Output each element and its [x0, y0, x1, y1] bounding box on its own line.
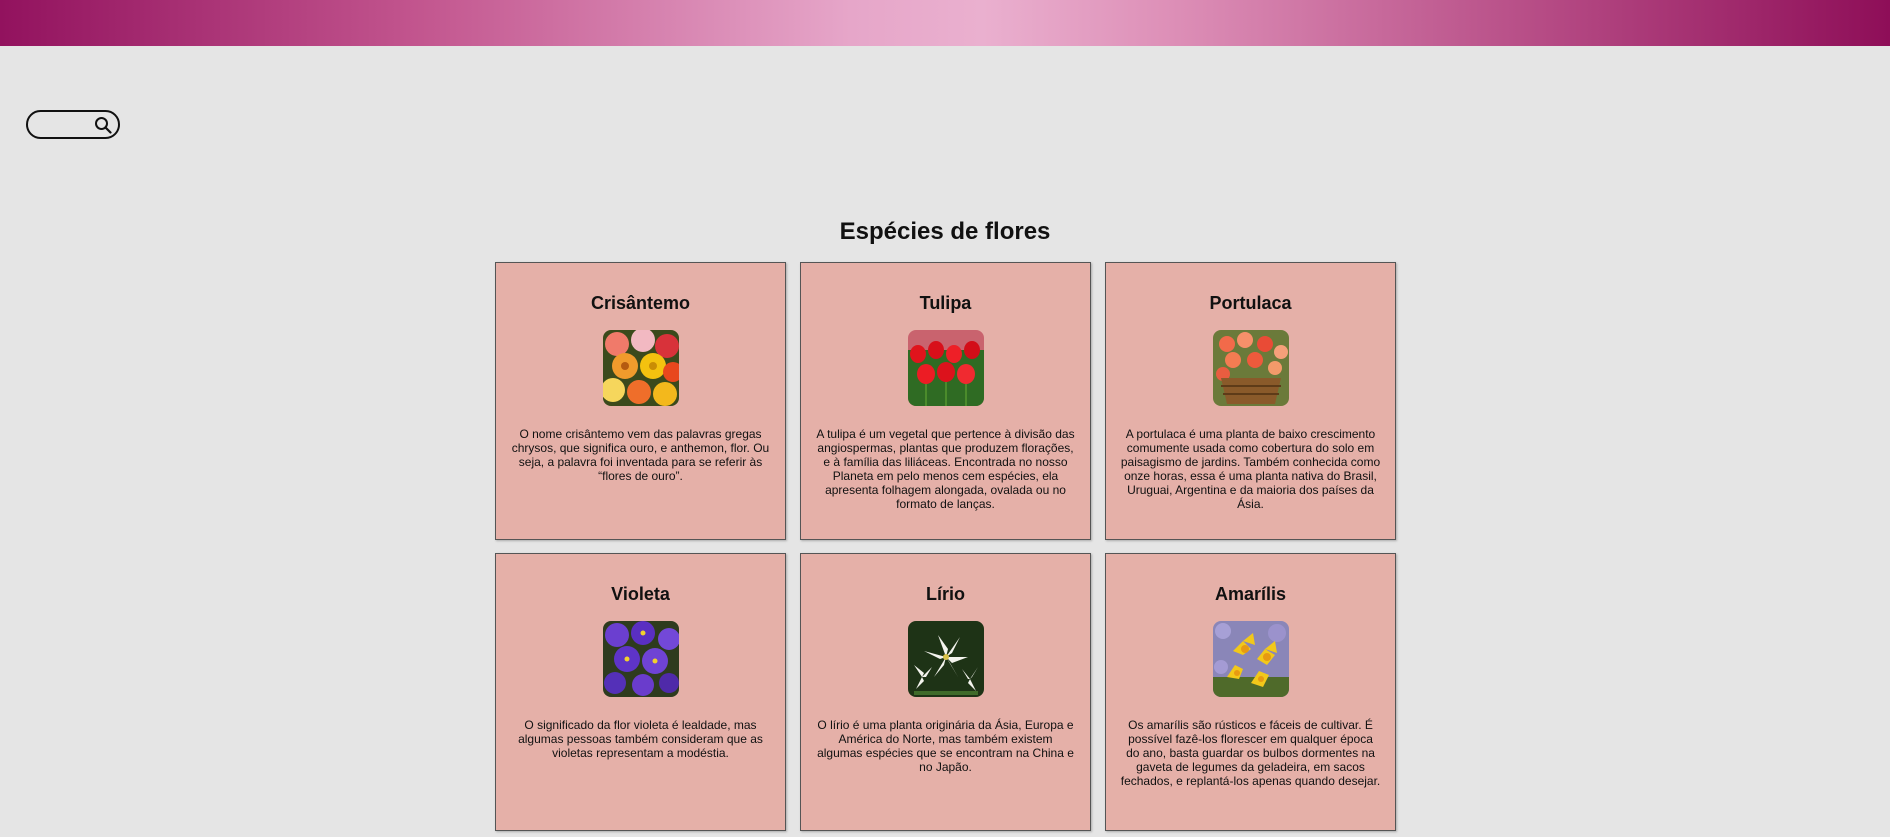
amaryllis-image-icon: [1213, 621, 1289, 697]
violet-image-icon: [603, 621, 679, 697]
flower-card-grid: Crisântemo O nome crisântemo vem das pal…: [495, 262, 1396, 831]
portulaca-image-icon: [1213, 330, 1289, 406]
card-description: O significado da flor violeta é lealdade…: [518, 718, 763, 760]
search-input[interactable]: [36, 115, 96, 136]
page-title: Espécies de flores: [839, 218, 1051, 245]
lily-image-icon: [908, 621, 984, 697]
chrysanthemum-image-icon: [603, 330, 679, 406]
search-box[interactable]: [26, 110, 120, 139]
card-description: O nome crisântemo vem das palavras grega…: [511, 427, 770, 483]
flower-card-portulaca: Portulaca A portulaca é uma planta de ba…: [1105, 262, 1396, 540]
header-gradient-bar: [0, 0, 1890, 46]
flower-card-amarilis: Amarílis Os amarílis são rústicos e fáce: [1105, 553, 1396, 831]
card-description: A portulaca é uma planta de baixo cresci…: [1120, 427, 1381, 511]
flower-card-lirio: Lírio O lírio é uma planta originária da…: [800, 553, 1091, 831]
search-icon[interactable]: [94, 116, 112, 134]
card-title: Tulipa: [919, 293, 972, 313]
card-title: Lírio: [926, 584, 965, 604]
card-title: Violeta: [611, 584, 670, 604]
card-title: Portulaca: [1209, 293, 1292, 313]
flower-card-tulipa: Tulipa A tulipa é um vegetal que pertenc…: [800, 262, 1091, 540]
card-description: A tulipa é um vegetal que pertence à div…: [816, 427, 1075, 511]
card-title: Crisântemo: [590, 293, 691, 313]
card-description: Os amarílis são rústicos e fáceis de cul…: [1120, 718, 1381, 788]
flower-card-violeta: Violeta O significado da flor violeta é …: [495, 553, 786, 831]
card-description: O lírio é uma planta originária da Ásia,…: [817, 718, 1074, 774]
flower-card-crisantemo: Crisântemo O nome crisântemo vem das pal…: [495, 262, 786, 540]
tulip-image-icon: [908, 330, 984, 406]
card-title: Amarílis: [1214, 584, 1287, 604]
